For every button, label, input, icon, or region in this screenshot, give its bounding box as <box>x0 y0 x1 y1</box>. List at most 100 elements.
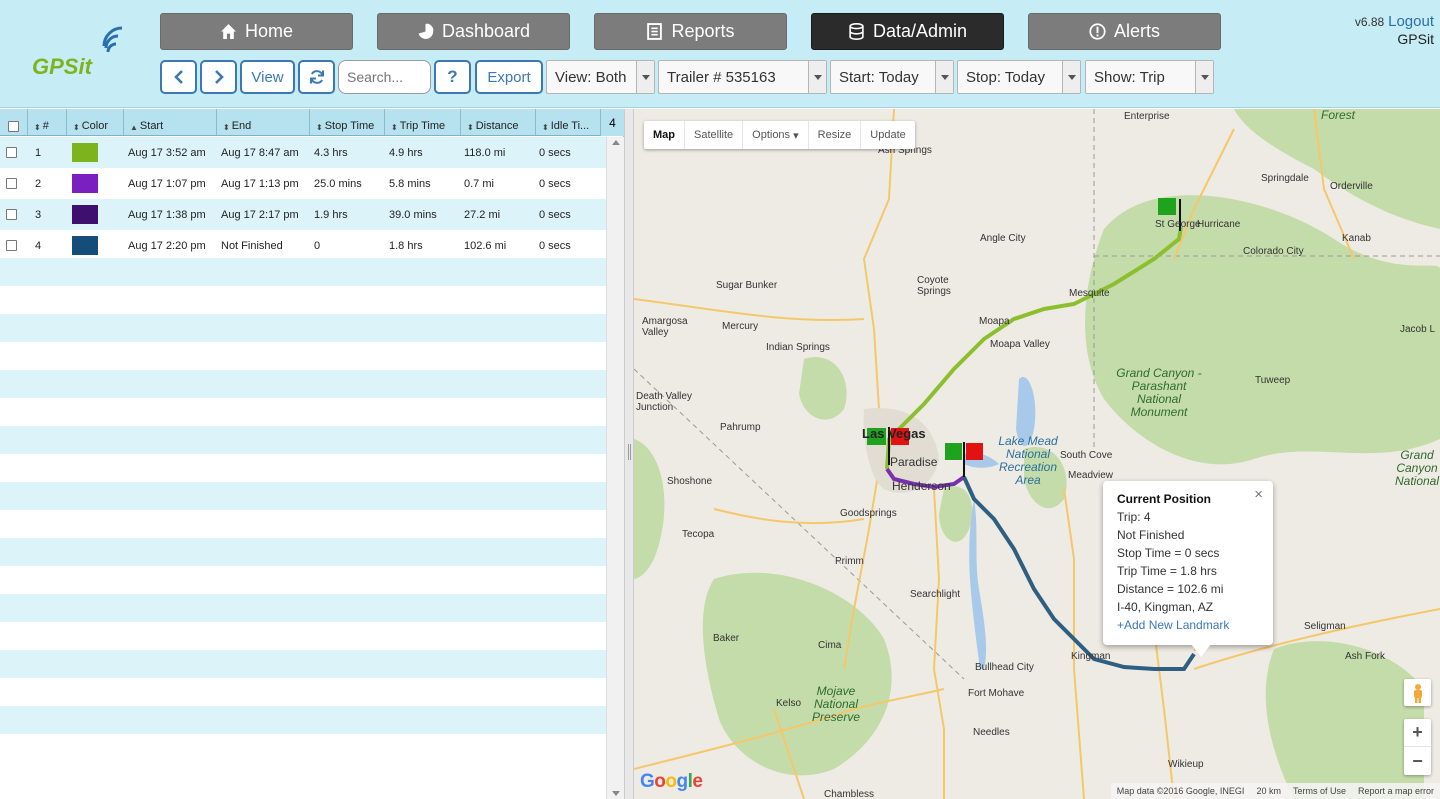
nav-alerts-label: Alerts <box>1113 21 1160 41</box>
column-header-trip-time[interactable]: ⬍ Trip Time <box>385 109 461 135</box>
splitter-grip-icon[interactable] <box>628 444 631 460</box>
start-select[interactable]: Start: Today <box>830 60 954 94</box>
nav-data-admin-button[interactable]: Data/Admin <box>811 13 1004 50</box>
map-label: Sugar Bunker <box>716 280 778 291</box>
home-icon <box>221 24 236 39</box>
nav-dashboard-button[interactable]: Dashboard <box>377 13 570 50</box>
column-header-stop-time[interactable]: ⬍ Stop Time <box>310 109 385 135</box>
map-label: Paradise <box>890 455 938 469</box>
table-row[interactable]: 3 Aug 17 1:38 pm Aug 17 2:17 pm 1.9 hrs 39.0… <box>0 199 606 230</box>
map-label: Tecopa <box>682 529 715 540</box>
view-button[interactable]: View <box>240 60 295 94</box>
refresh-button[interactable] <box>298 60 335 94</box>
scroll-down-icon[interactable] <box>612 791 620 796</box>
terms-of-use-link[interactable]: Terms of Use <box>1293 786 1346 796</box>
stop-select[interactable]: Stop: Today <box>957 60 1081 94</box>
row-checkbox-cell[interactable] <box>6 168 17 199</box>
empty-table-row <box>0 622 606 653</box>
row-checkbox[interactable] <box>6 240 17 251</box>
export-button[interactable]: Export <box>475 60 543 94</box>
row-checkbox[interactable] <box>6 209 17 220</box>
select-all-checkbox[interactable] <box>8 121 19 132</box>
map-type-map-button[interactable]: Map <box>644 121 685 149</box>
gpsit-logo[interactable]: GPSit <box>28 26 138 84</box>
report-map-error-link[interactable]: Report a map error <box>1358 786 1434 796</box>
zoom-out-button[interactable]: − <box>1404 747 1431 775</box>
search-input[interactable] <box>338 60 431 94</box>
map-label: Coyote Springs <box>917 275 951 297</box>
column-count[interactable]: 4 <box>600 109 624 136</box>
pie-chart-icon <box>418 23 434 39</box>
prev-button[interactable] <box>160 60 197 94</box>
row-checkbox-cell[interactable] <box>6 137 17 168</box>
map-options-button[interactable]: Options ▾ <box>743 121 809 149</box>
logout-link[interactable]: Logout <box>1388 13 1434 30</box>
map-label: Grand Canyon - Parashant National Monume… <box>1116 366 1202 419</box>
show-select[interactable]: Show: Trip <box>1085 60 1214 94</box>
cell-stop-time: 25.0 mins <box>314 177 362 190</box>
add-landmark-link[interactable]: +Add New Landmark <box>1117 616 1259 634</box>
nav-alerts-button[interactable]: Alerts <box>1028 13 1221 50</box>
close-icon[interactable]: × <box>1254 486 1263 504</box>
map-label: Moapa Valley <box>990 339 1050 350</box>
panel-splitter[interactable] <box>624 109 634 799</box>
cell-color <box>72 168 98 199</box>
trailer-select[interactable]: Trailer # 535163 <box>658 60 827 94</box>
column-header-color[interactable]: ⬍ Color <box>67 109 124 135</box>
street-view-pegman-icon[interactable] <box>1404 679 1431 706</box>
row-checkbox[interactable] <box>6 147 17 158</box>
table-row[interactable]: 1 Aug 17 3:52 am Aug 17 8:47 am 4.3 hrs 4.9 … <box>0 137 606 168</box>
help-button[interactable]: ? <box>434 60 471 94</box>
cell-end: Aug 17 2:17 pm <box>221 208 299 221</box>
view-select-value: View: Both <box>555 68 627 86</box>
map-resize-button[interactable]: Resize <box>809 121 862 149</box>
view-select[interactable]: View: Both <box>546 60 655 94</box>
column-header-end[interactable]: ⬍ End <box>217 109 310 135</box>
table-row[interactable]: 2 Aug 17 1:07 pm Aug 17 1:13 pm 25.0 mins 5.… <box>0 168 606 199</box>
cell-color <box>72 137 98 168</box>
nav-home-button[interactable]: Home <box>160 13 353 50</box>
alert-icon <box>1089 23 1106 40</box>
row-checkbox[interactable] <box>6 178 17 189</box>
map-label: Seligman <box>1304 621 1346 632</box>
map-label: Fort Mohave <box>968 688 1025 699</box>
empty-table-row <box>0 426 606 457</box>
table-scrollbar[interactable] <box>606 137 624 799</box>
map-label: Springdale <box>1261 173 1309 184</box>
map-label: Pahrump <box>720 422 761 433</box>
column-header-distance[interactable]: ⬍ Distance <box>461 109 536 135</box>
cell-start: Aug 17 1:38 pm <box>128 208 206 221</box>
column-header-idle-time[interactable]: ⬍ Idle Ti... <box>536 109 606 135</box>
version-label: v6.88 <box>1354 15 1385 29</box>
cell-distance: 0.7 mi <box>464 177 494 190</box>
empty-table-row <box>0 398 606 429</box>
stop-select-value: Stop: Today <box>966 68 1045 86</box>
nav-dashboard-label: Dashboard <box>441 21 531 41</box>
show-select-value: Show: Trip <box>1094 68 1165 86</box>
map-label: Angle City <box>980 233 1026 244</box>
row-checkbox-cell[interactable] <box>6 199 17 230</box>
table-row[interactable]: 4 Aug 17 2:20 pm Not Finished 0 1.8 hrs 102.6… <box>0 230 606 261</box>
empty-table-row <box>0 594 606 625</box>
popup-status: Not Finished <box>1117 528 1185 542</box>
map-view[interactable]: Enterprise Forest Ash Springs Angle City… <box>634 109 1440 799</box>
column-header-num[interactable]: ⬍ # <box>28 109 67 135</box>
select-all-checkbox-cell[interactable] <box>0 109 28 135</box>
zoom-in-button[interactable]: + <box>1404 719 1431 747</box>
report-icon <box>647 23 663 40</box>
scroll-up-icon[interactable] <box>612 140 620 145</box>
map-label: Kingman <box>1071 651 1111 662</box>
map-type-control: Map Satellite Options ▾ Resize Update <box>644 121 915 149</box>
map-update-button[interactable]: Update <box>861 121 914 149</box>
next-button[interactable] <box>200 60 237 94</box>
nav-reports-button[interactable]: Reports <box>594 13 787 50</box>
map-type-satellite-button[interactable]: Satellite <box>685 121 744 149</box>
row-checkbox-cell[interactable] <box>6 230 17 261</box>
trip-color-swatch <box>72 205 98 224</box>
column-header-start[interactable]: ▲ Start <box>124 109 217 135</box>
popup-distance: Distance = 102.6 mi <box>1117 582 1224 596</box>
cell-end: Aug 17 8:47 am <box>221 146 299 159</box>
cell-trip-time: 39.0 mins <box>389 208 437 221</box>
map-label: St George <box>1155 219 1201 230</box>
empty-table-row <box>0 482 606 513</box>
